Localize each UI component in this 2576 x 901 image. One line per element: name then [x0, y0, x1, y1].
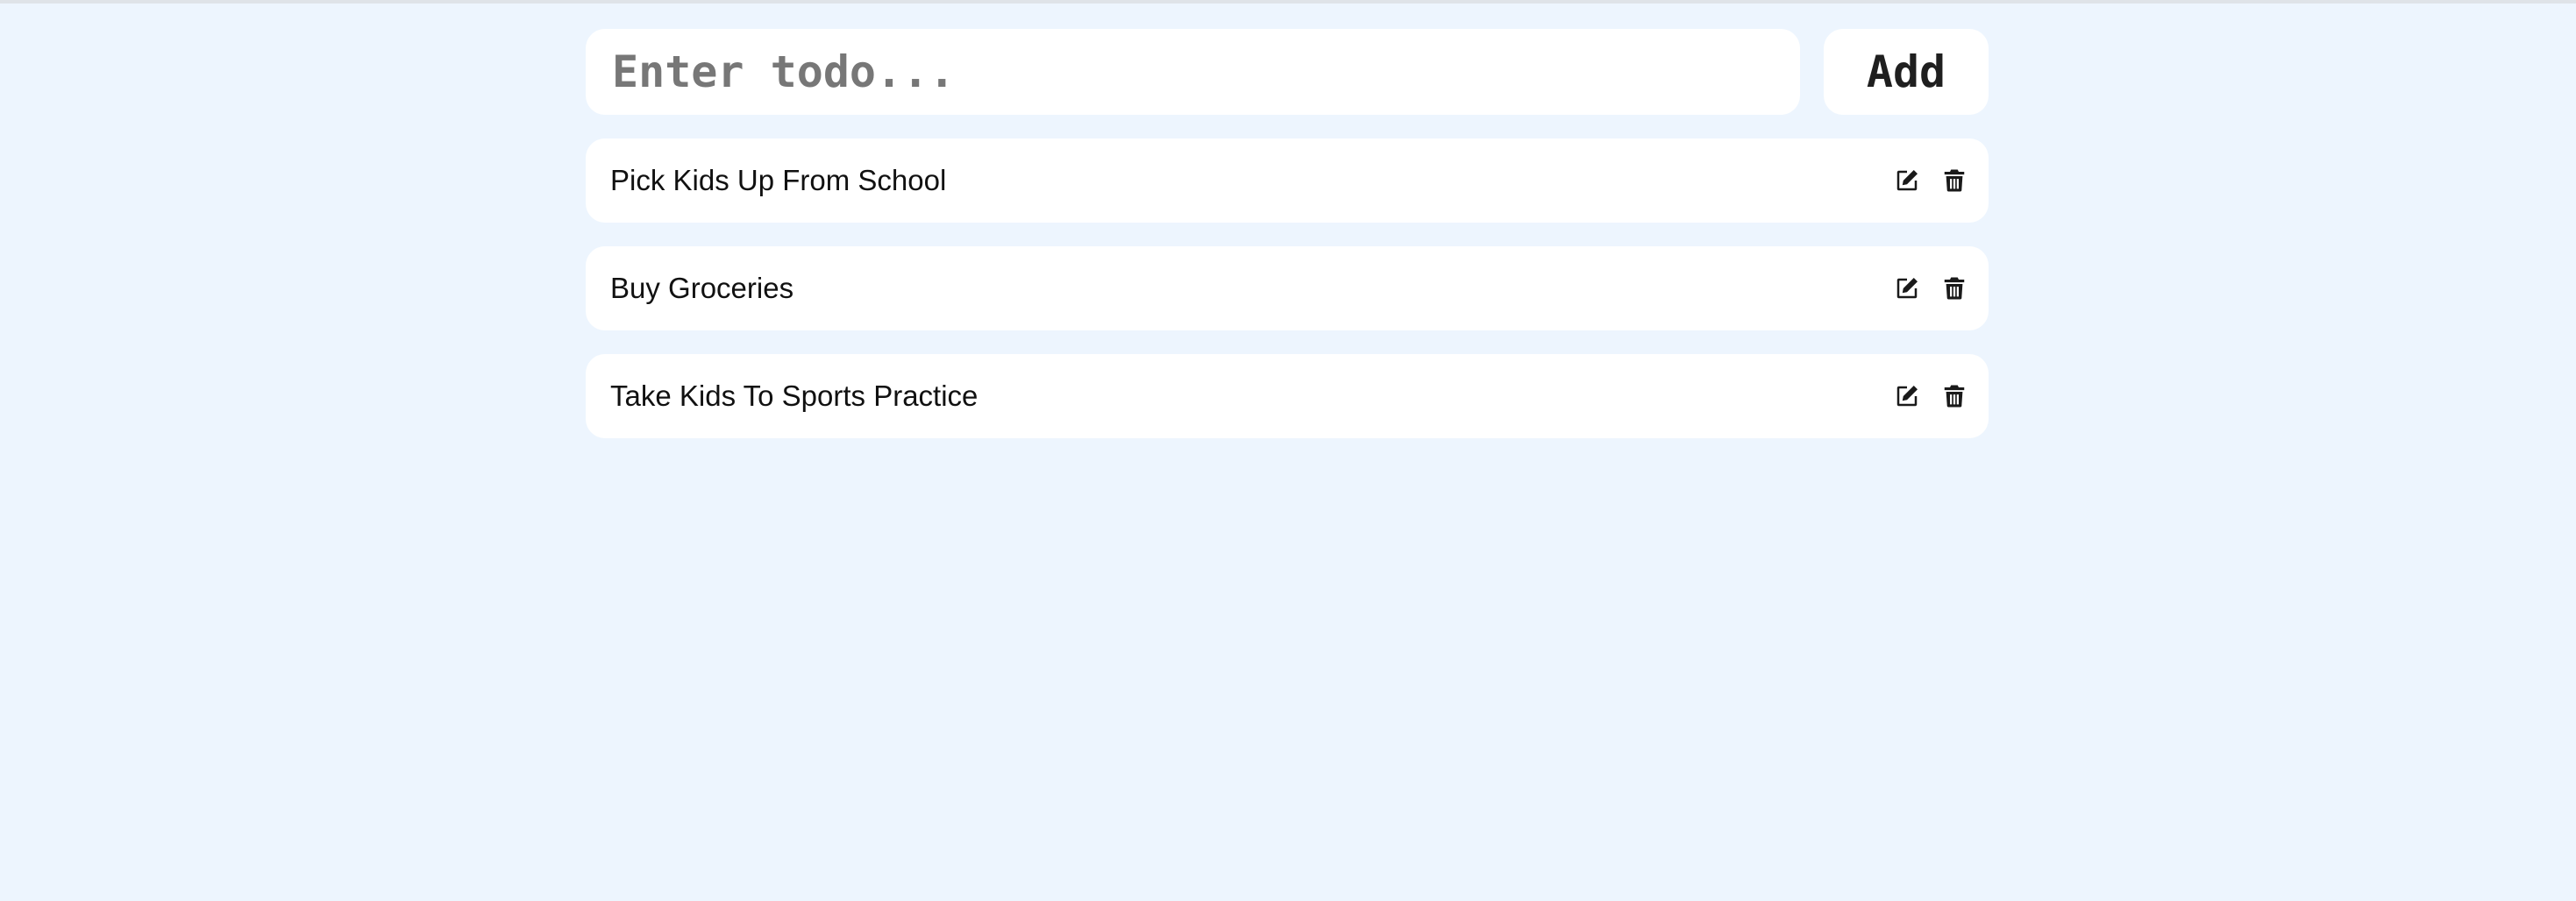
todo-item: Pick Kids Up From School	[586, 138, 1989, 223]
todo-actions	[1892, 273, 1969, 303]
edit-icon[interactable]	[1892, 166, 1922, 195]
trash-icon[interactable]	[1939, 166, 1969, 195]
todo-text: Buy Groceries	[610, 272, 794, 304]
todo-form: Add	[586, 29, 1989, 115]
todo-list: Pick Kids Up From School Buy Groceries T…	[586, 138, 1989, 438]
add-button[interactable]: Add	[1824, 29, 1989, 115]
todo-item: Take Kids To Sports Practice	[586, 354, 1989, 438]
edit-icon[interactable]	[1892, 273, 1922, 303]
edit-icon[interactable]	[1892, 381, 1922, 411]
todo-item: Buy Groceries	[586, 246, 1989, 330]
todo-actions	[1892, 166, 1969, 195]
trash-icon[interactable]	[1939, 273, 1969, 303]
todo-text: Take Kids To Sports Practice	[610, 380, 978, 412]
trash-icon[interactable]	[1939, 381, 1969, 411]
todo-actions	[1892, 381, 1969, 411]
todo-text: Pick Kids Up From School	[610, 164, 947, 196]
todo-app: Add Pick Kids Up From School Buy Groceri…	[586, 29, 1989, 462]
todo-input[interactable]	[586, 29, 1800, 115]
